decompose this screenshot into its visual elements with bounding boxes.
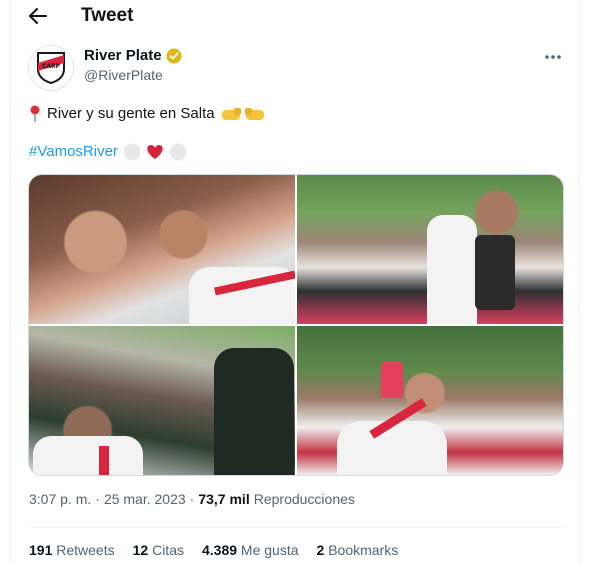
likes-count: 4.389 — [201, 542, 238, 558]
bookmarks-label: Bookmarks — [328, 542, 399, 558]
ellipsis-icon — [545, 55, 561, 59]
pin-icon — [30, 105, 40, 122]
tweet-meta: 3:07 p. m. · 25 mar. 2023 · 73,7 mil Rep… — [29, 491, 355, 507]
fist-bump-icon — [221, 108, 264, 120]
arrow-left-icon — [29, 8, 47, 24]
page-title: Tweet — [81, 5, 134, 26]
views-label: Reproducciones — [253, 491, 355, 507]
svg-text:CARP: CARP — [42, 63, 61, 70]
author-handle[interactable]: @RiverPlate — [84, 67, 163, 83]
photo-4[interactable] — [297, 326, 563, 475]
engagement-stats: 191 Retweets 12 Citas 4.389 Me gusta 2 B… — [29, 542, 398, 558]
tweet-date[interactable]: 25 mar. 2023 — [104, 491, 186, 507]
tweet-body: River y su gente en Salta — [47, 105, 215, 122]
quotes-stat[interactable]: 12 Citas — [133, 542, 184, 558]
tweet-time[interactable]: 3:07 p. m. — [29, 491, 91, 507]
verified-badge-icon — [166, 48, 182, 63]
author-name-row: River Plate — [84, 47, 182, 64]
bookmarks-count: 2 — [316, 542, 325, 558]
photo-grid — [28, 174, 564, 476]
likes-stat[interactable]: 4.389 Me gusta — [202, 542, 299, 558]
river-plate-crest-icon: CARP — [37, 52, 65, 85]
bookmarks-stat[interactable]: 2 Bookmarks — [317, 542, 399, 558]
photo-3[interactable] — [29, 326, 295, 475]
views-count: 73,7 mil — [198, 491, 250, 507]
hashtag-link[interactable]: #VamosRiver — [29, 142, 118, 162]
retweets-label: Retweets — [56, 542, 115, 558]
tweet-detail-column: Tweet CARP River Plate @RiverPlate River… — [10, 0, 580, 563]
tweet-text: River y su gente en Salta — [29, 104, 265, 124]
tweet-author: CARP River Plate @RiverPlate — [11, 40, 579, 96]
avatar[interactable]: CARP — [28, 45, 74, 91]
likes-label: Me gusta — [240, 542, 299, 558]
photo-1[interactable] — [29, 175, 295, 324]
quotes-count: 12 — [132, 542, 149, 558]
photo-2[interactable] — [297, 175, 563, 324]
more-options-button[interactable] — [541, 48, 565, 66]
retweets-stat[interactable]: 191 Retweets — [29, 542, 115, 558]
retweets-count: 191 — [29, 542, 53, 558]
divider — [29, 527, 565, 528]
back-button[interactable] — [25, 5, 51, 27]
meta-separator: · — [95, 491, 100, 507]
quotes-label: Citas — [152, 542, 184, 558]
header: Tweet — [11, 0, 579, 34]
hashtag-row: #VamosRiver — [29, 142, 188, 162]
author-display-name[interactable]: River Plate — [84, 47, 162, 64]
meta-separator: · — [189, 491, 195, 507]
hearts-emoji-icon — [123, 143, 187, 161]
